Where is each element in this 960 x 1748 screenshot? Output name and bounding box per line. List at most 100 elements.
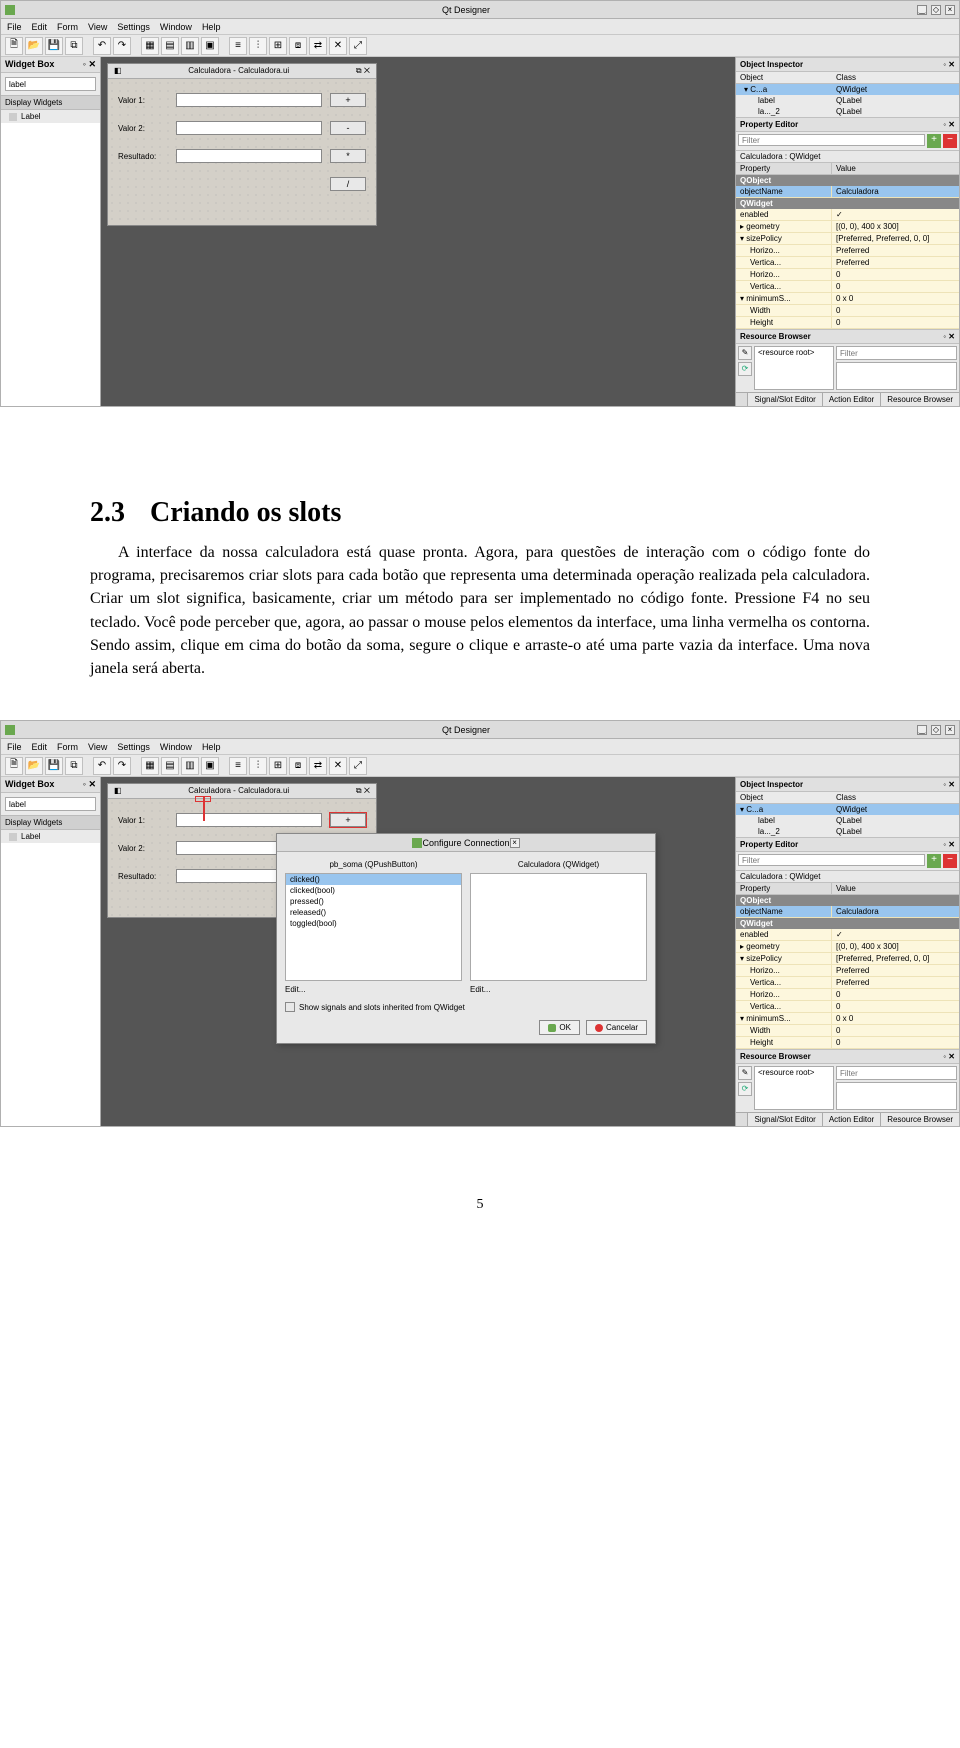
edit-widgets-icon[interactable]: ▦ (141, 757, 159, 775)
pe-row[interactable]: enabled✓ (736, 929, 959, 941)
pe-row[interactable]: ▸ geometry[(0, 0), 400 x 300] (736, 221, 959, 233)
dock-close-icon[interactable]: ◦ ✕ (83, 779, 96, 790)
break-layout-icon[interactable]: ✕ (329, 757, 347, 775)
edit-tab-icon[interactable]: ▣ (201, 757, 219, 775)
edit-resources-icon[interactable]: ✎ (738, 1066, 752, 1080)
oi-row[interactable]: labelQLabel (736, 815, 959, 826)
pe-row[interactable]: ▾ sizePolicy[Preferred, Preferred, 0, 0] (736, 953, 959, 965)
edit-buddies-icon[interactable]: ▥ (181, 37, 199, 55)
maximize-icon[interactable]: ◇ (931, 725, 941, 735)
resource-tree[interactable]: <resource root> (754, 346, 834, 390)
close-icon[interactable]: × (510, 838, 520, 848)
menu-settings[interactable]: Settings (117, 22, 150, 32)
maximize-icon[interactable]: ◇ (931, 5, 941, 15)
property-filter[interactable] (738, 134, 925, 146)
undo-icon[interactable]: ↶ (93, 37, 111, 55)
inherited-checkbox[interactable]: Show signals and slots inherited from QW… (285, 1002, 647, 1012)
dock-close-icon[interactable]: ◦ ✕ (943, 840, 955, 849)
layout-split-icon[interactable]: ⇄ (309, 757, 327, 775)
edit-widgets-icon[interactable]: ▦ (141, 37, 159, 55)
edit-tab-icon[interactable]: ▣ (201, 37, 219, 55)
signal-item[interactable]: clicked(bool) (286, 885, 461, 896)
menu-window[interactable]: Window (160, 22, 192, 32)
signal-item[interactable]: toggled(bool) (286, 918, 461, 929)
widget-group-display[interactable]: Display Widgets (1, 95, 100, 110)
menu-window[interactable]: Window (160, 742, 192, 752)
menu-form[interactable]: Form (57, 22, 78, 32)
pe-row[interactable]: Horizo...0 (736, 989, 959, 1001)
titlebar[interactable]: Qt Designer ‿ ◇ × (1, 1, 959, 19)
oi-row[interactable]: la..._2QLabel (736, 106, 959, 117)
layout-h-icon[interactable]: ≡ (229, 37, 247, 55)
dock-close-icon[interactable]: ◦ ✕ (83, 59, 96, 70)
pe-row[interactable]: Height0 (736, 1037, 959, 1049)
minimize-icon[interactable]: ‿ (917, 725, 927, 735)
widget-item-label[interactable]: Label (1, 110, 100, 123)
pe-row[interactable]: Width0 (736, 305, 959, 317)
edit-signals-icon[interactable]: ▤ (161, 757, 179, 775)
resource-filter[interactable] (836, 1066, 957, 1080)
oi-row[interactable]: la..._2QLabel (736, 826, 959, 837)
checkbox-icon[interactable] (285, 1002, 295, 1012)
layout-split-icon[interactable]: ⇄ (309, 37, 327, 55)
redo-icon[interactable]: ↷ (113, 37, 131, 55)
layout-h-icon[interactable]: ≡ (229, 757, 247, 775)
edit-signals-icon[interactable]: ▤ (161, 37, 179, 55)
menu-help[interactable]: Help (202, 742, 221, 752)
pe-row[interactable]: Vertica...0 (736, 1001, 959, 1013)
menu-file[interactable]: File (7, 22, 22, 32)
button-div[interactable]: / (330, 177, 366, 191)
dialog-titlebar[interactable]: Configure Connection × (277, 834, 655, 852)
form-restore-icon[interactable]: ⧉ (356, 786, 362, 795)
pe-row[interactable]: ▾ sizePolicy[Preferred, Preferred, 0, 0] (736, 233, 959, 245)
tab-signal-slot[interactable]: Signal/Slot Editor (747, 393, 821, 406)
dock-close-icon[interactable]: ◦ ✕ (943, 60, 955, 69)
open-icon[interactable]: 📂 (25, 37, 43, 55)
titlebar[interactable]: Qt Designer ‿ ◇ × (1, 721, 959, 739)
signal-item[interactable]: pressed() (286, 896, 461, 907)
pe-row-objectname[interactable]: objectNameCalculadora (736, 186, 959, 198)
pe-row-objectname[interactable]: objectNameCalculadora (736, 906, 959, 918)
add-dynamic-prop-icon[interactable]: + (927, 134, 941, 148)
edit-signals-button[interactable]: Edit... (285, 985, 462, 994)
menu-view[interactable]: View (88, 22, 107, 32)
form-canvas[interactable]: ◧ Calculadora - Calculadora.ui ⧉ ✕ Valor… (101, 57, 735, 406)
dock-close-icon[interactable]: ◦ ✕ (943, 332, 955, 341)
open-icon[interactable]: 📂 (25, 757, 43, 775)
pe-row[interactable]: ▸ geometry[(0, 0), 400 x 300] (736, 941, 959, 953)
layout-grid-icon[interactable]: ⊞ (269, 757, 287, 775)
oi-row[interactable]: ▾ C...aQWidget (736, 804, 959, 815)
adjust-size-icon[interactable]: ⤢ (349, 757, 367, 775)
pe-row[interactable]: enabled✓ (736, 209, 959, 221)
tab-resource-browser[interactable]: Resource Browser (880, 1113, 959, 1126)
widget-box-filter[interactable] (5, 797, 96, 811)
resource-filter[interactable] (836, 346, 957, 360)
form-canvas[interactable]: ◧ Calculadora - Calculadora.ui ⧉ ✕ Valor… (101, 777, 735, 1126)
ok-button[interactable]: OK (539, 1020, 580, 1035)
adjust-size-icon[interactable]: ⤢ (349, 37, 367, 55)
input-valor2[interactable] (176, 121, 322, 135)
pe-row[interactable]: Height0 (736, 317, 959, 329)
undo-icon[interactable]: ↶ (93, 757, 111, 775)
edit-slots-button[interactable]: Edit... (470, 985, 647, 994)
input-valor1[interactable] (176, 93, 322, 107)
dock-close-icon[interactable]: ◦ ✕ (943, 1052, 955, 1061)
close-icon[interactable]: × (945, 5, 955, 15)
pe-row[interactable]: ▾ minimumS...0 x 0 (736, 1013, 959, 1025)
save-icon[interactable]: 💾 (45, 37, 63, 55)
dock-close-icon[interactable]: ◦ ✕ (943, 120, 955, 129)
menu-view[interactable]: View (88, 742, 107, 752)
menu-file[interactable]: File (7, 742, 22, 752)
redo-icon[interactable]: ↷ (113, 757, 131, 775)
save-all-icon[interactable]: ⧉ (65, 37, 83, 55)
signal-item[interactable]: released() (286, 907, 461, 918)
layout-v-icon[interactable]: ⫶ (249, 37, 267, 55)
reload-icon[interactable]: ⟳ (738, 362, 752, 376)
tab-action-editor[interactable]: Action Editor (822, 1113, 880, 1126)
input-resultado[interactable] (176, 149, 322, 163)
pe-row[interactable]: Horizo...0 (736, 269, 959, 281)
oi-row[interactable]: labelQLabel (736, 95, 959, 106)
break-layout-icon[interactable]: ✕ (329, 37, 347, 55)
button-mul[interactable]: * (330, 149, 366, 163)
menu-edit[interactable]: Edit (32, 742, 48, 752)
